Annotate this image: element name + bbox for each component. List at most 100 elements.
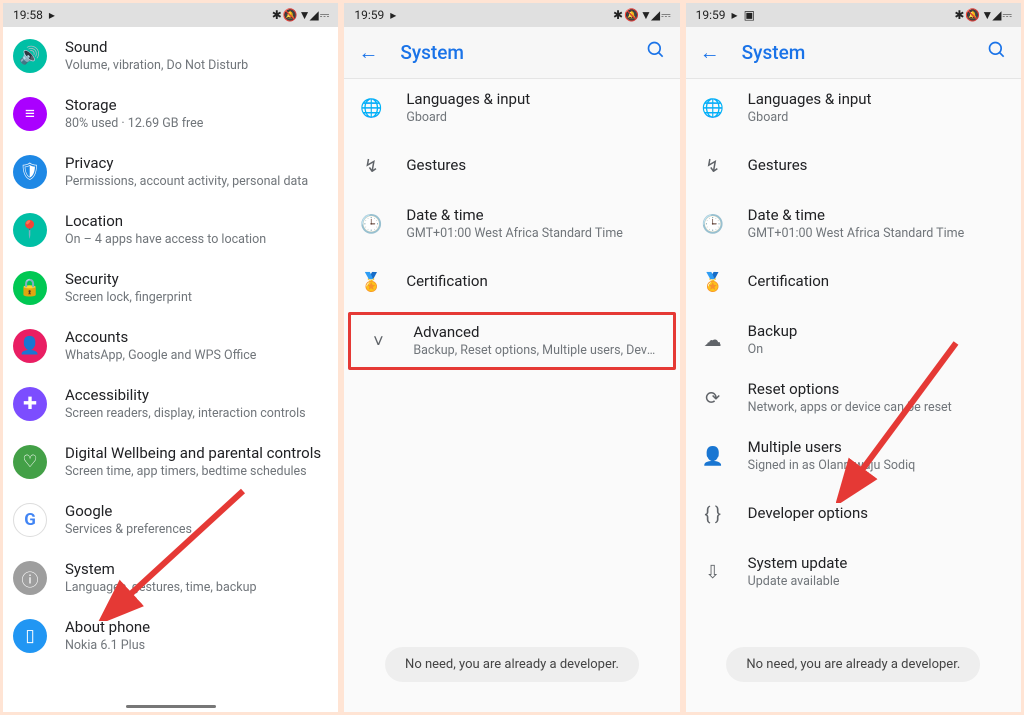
status-icons: ✱ 🔕 ▼◢ ⎓ bbox=[613, 8, 670, 23]
item-subtitle: Update available bbox=[748, 574, 1007, 590]
settings-item-accessibility[interactable]: ✚AccessibilityScreen readers, display, i… bbox=[3, 375, 338, 433]
item-title: Sound bbox=[65, 38, 324, 58]
item-title: About phone bbox=[65, 618, 324, 638]
item-icon: 🛡 bbox=[13, 155, 47, 189]
nav-handle[interactable] bbox=[126, 705, 216, 708]
toast: No need, you are already a developer. bbox=[385, 647, 639, 682]
system-item-developer-options[interactable]: { } Developer options bbox=[686, 485, 1021, 543]
item-title: Accounts bbox=[65, 328, 324, 348]
toast: No need, you are already a developer. bbox=[726, 647, 980, 682]
item-icon: 🏅 bbox=[354, 265, 388, 299]
status-icons: ✱ 🔕 ▼◢ ⎓ bbox=[954, 8, 1011, 23]
item-title: Location bbox=[65, 212, 324, 232]
item-title: Reset options bbox=[748, 380, 1007, 400]
system-item-date-time[interactable]: 🕒Date & timeGMT+01:00 West Africa Standa… bbox=[686, 195, 1021, 253]
item-icon: ☁ bbox=[696, 323, 730, 357]
item-icon: ⇩ bbox=[696, 555, 730, 589]
item-icon: { } bbox=[696, 497, 730, 531]
item-icon: 📍 bbox=[13, 213, 47, 247]
item-title: Accessibility bbox=[65, 386, 324, 406]
clock: 19:58 bbox=[13, 8, 43, 22]
item-title: Privacy bbox=[65, 154, 324, 174]
settings-item-accounts[interactable]: 👤AccountsWhatsApp, Google and WPS Office bbox=[3, 317, 338, 375]
item-title: Multiple users bbox=[748, 438, 1007, 458]
item-icon: 🕒 bbox=[696, 207, 730, 241]
app-bar: ← System bbox=[686, 27, 1021, 79]
item-icon: ↯ bbox=[354, 149, 388, 183]
system-list[interactable]: 🌐Languages & inputGboard↯Gestures🕒Date &… bbox=[686, 79, 1021, 712]
item-title: Backup bbox=[748, 322, 1007, 342]
item-subtitle: Permissions, account activity, personal … bbox=[65, 174, 324, 190]
app-bar: ← System bbox=[344, 27, 679, 79]
item-title: Google bbox=[65, 502, 324, 522]
settings-list[interactable]: 🔊 SoundVolume, vibration, Do Not Disturb ≡… bbox=[3, 27, 338, 712]
item-subtitle: Screen lock, fingerprint bbox=[65, 290, 324, 306]
clock: 19:59 bbox=[696, 8, 726, 22]
settings-item-privacy[interactable]: 🛡 PrivacyPermissions, account activity, p… bbox=[3, 143, 338, 201]
item-subtitle: WhatsApp, Google and WPS Office bbox=[65, 348, 324, 364]
item-icon: 🔊 bbox=[13, 39, 47, 73]
system-item-gestures[interactable]: ↯ Gestures bbox=[344, 137, 679, 195]
item-icon: 🏅 bbox=[696, 265, 730, 299]
item-subtitle: GMT+01:00 West Africa Standard Time bbox=[406, 226, 665, 242]
item-title: Gestures bbox=[406, 156, 665, 176]
item-title: Certification bbox=[406, 272, 665, 292]
system-item-reset-options[interactable]: ⟳ Reset optionsNetwork, apps or device ca… bbox=[686, 369, 1021, 427]
system-item-system-update[interactable]: ⇩ System updateUpdate available bbox=[686, 543, 1021, 601]
settings-item-location[interactable]: 📍LocationOn – 4 apps have access to loca… bbox=[3, 201, 338, 259]
search-button[interactable] bbox=[985, 40, 1009, 65]
item-subtitle: GMT+01:00 West Africa Standard Time bbox=[748, 226, 1007, 242]
system-item-gestures[interactable]: ↯Gestures bbox=[686, 137, 1021, 195]
item-title: Storage bbox=[65, 96, 324, 116]
item-subtitle: Network, apps or device can be reset bbox=[748, 400, 1007, 416]
settings-item-sound[interactable]: 🔊 SoundVolume, vibration, Do Not Disturb bbox=[3, 27, 338, 85]
page-title: System bbox=[400, 41, 623, 64]
item-icon: ✚ bbox=[13, 387, 47, 421]
system-item-certification[interactable]: 🏅Certification bbox=[686, 253, 1021, 311]
play-icon: ▸ bbox=[732, 8, 738, 22]
back-button[interactable]: ← bbox=[356, 40, 380, 65]
item-icon: ▯ bbox=[13, 619, 47, 653]
item-subtitle: 80% used · 12.69 GB free bbox=[65, 116, 324, 132]
system-item-advanced[interactable]: ˅AdvancedBackup, Reset options, Multiple… bbox=[348, 312, 675, 370]
item-icon: ⟳ bbox=[696, 381, 730, 415]
item-subtitle: On bbox=[748, 342, 1007, 358]
settings-item-security[interactable]: 🔒 SecurityScreen lock, fingerprint bbox=[3, 259, 338, 317]
item-subtitle: Languages, gestures, time, backup bbox=[65, 580, 324, 596]
settings-item-system[interactable]: ⓘSystemLanguages, gestures, time, backup bbox=[3, 549, 338, 607]
item-title: Developer options bbox=[748, 504, 1007, 524]
item-icon: ≡ bbox=[13, 97, 47, 131]
clock: 19:59 bbox=[354, 8, 384, 22]
system-item-certification[interactable]: 🏅 Certification bbox=[344, 253, 679, 311]
settings-item-google[interactable]: GGoogleServices & preferences bbox=[3, 491, 338, 549]
system-list[interactable]: 🌐Languages & inputGboard ↯ Gestures 🕒Date &… bbox=[344, 79, 679, 712]
item-subtitle: Volume, vibration, Do Not Disturb bbox=[65, 58, 324, 74]
item-icon: 🔒 bbox=[13, 271, 47, 305]
status-icons: ✱ 🔕 ▼◢ ⎓ bbox=[272, 8, 329, 23]
settings-item-storage[interactable]: ≡ Storage80% used · 12.69 GB free bbox=[3, 85, 338, 143]
item-title: Date & time bbox=[406, 206, 665, 226]
search-button[interactable] bbox=[644, 40, 668, 65]
status-bar: 19:59 ▸ ✱ 🔕 ▼◢ ⎓ bbox=[344, 3, 679, 27]
item-subtitle: Services & preferences bbox=[65, 522, 324, 538]
item-icon: 🌐 bbox=[696, 91, 730, 125]
page-title: System bbox=[742, 41, 965, 64]
system-item-date-time[interactable]: 🕒Date & timeGMT+01:00 West Africa Standa… bbox=[344, 195, 679, 253]
item-icon: ♡ bbox=[13, 445, 47, 479]
status-bar: 19:58 ▸ ✱ 🔕 ▼◢ ⎓ bbox=[3, 3, 338, 27]
item-title: System update bbox=[748, 554, 1007, 574]
system-panel-expanded: 19:59 ▸ ▣ ✱ 🔕 ▼◢ ⎓ ← System 🌐Languages &… bbox=[686, 3, 1021, 712]
system-item-backup[interactable]: ☁ BackupOn bbox=[686, 311, 1021, 369]
item-title: Security bbox=[65, 270, 324, 290]
system-item-languages-input[interactable]: 🌐Languages & inputGboard bbox=[344, 79, 679, 137]
system-item-languages-input[interactable]: 🌐Languages & inputGboard bbox=[686, 79, 1021, 137]
item-subtitle: Signed in as Olanrewaju Sodiq bbox=[748, 458, 1007, 474]
item-icon: ↯ bbox=[696, 149, 730, 183]
settings-item-digital-wellbeing-and-parental-controls[interactable]: ♡ Digital Wellbeing and parental controls… bbox=[3, 433, 338, 491]
back-button[interactable]: ← bbox=[698, 40, 722, 65]
item-subtitle: Gboard bbox=[406, 110, 665, 126]
system-item-multiple-users[interactable]: 👤Multiple usersSigned in as Olanrewaju S… bbox=[686, 427, 1021, 485]
gallery-icon: ▣ bbox=[744, 8, 755, 22]
item-title: Digital Wellbeing and parental controls bbox=[65, 444, 324, 464]
settings-item-about-phone[interactable]: ▯About phoneNokia 6.1 Plus bbox=[3, 607, 338, 665]
